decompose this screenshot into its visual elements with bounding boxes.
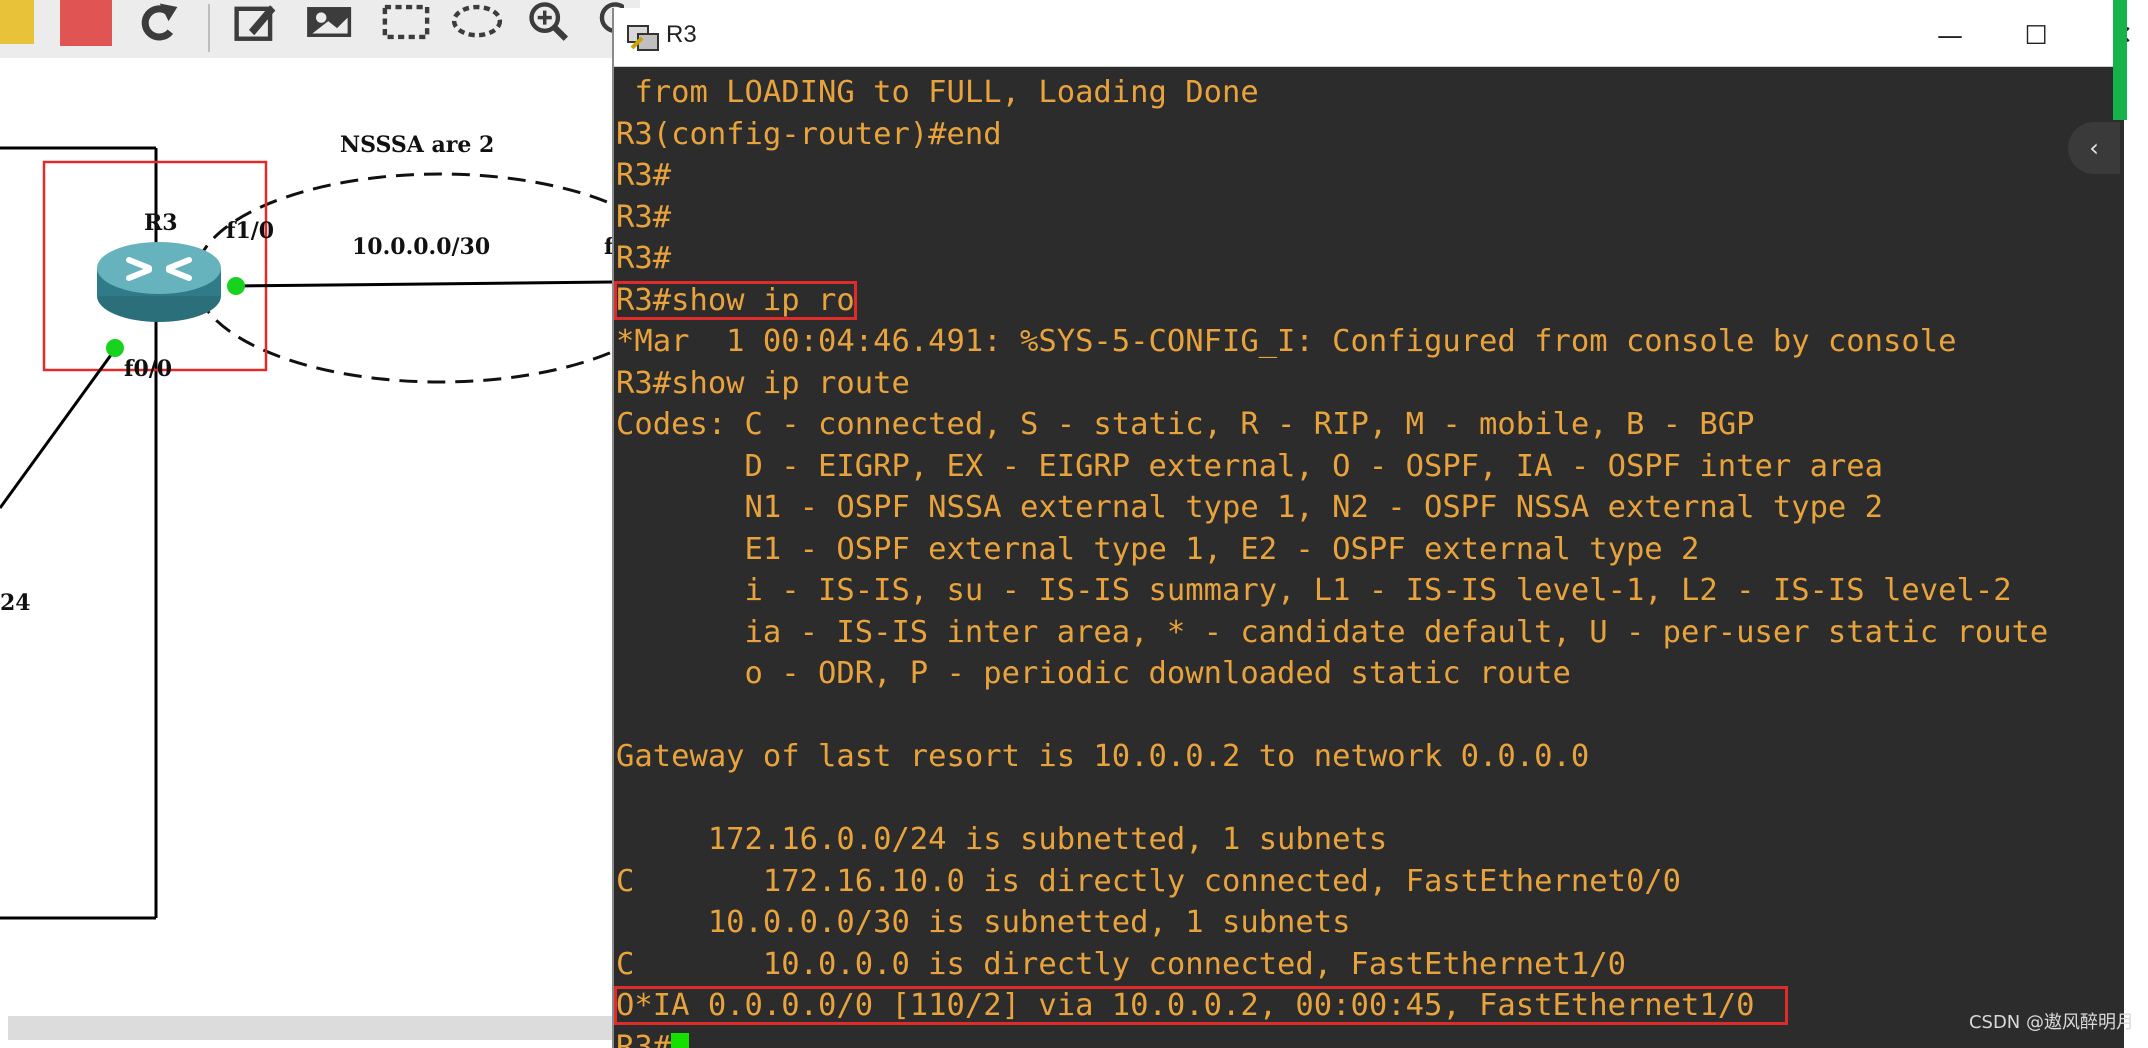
terminal-line: i - IS-IS, su - IS-IS summary, L1 - IS-I… [616, 570, 2124, 612]
terminal-line [616, 778, 2124, 820]
terminal-line: N1 - OSPF NSSA external type 1, N2 - OSP… [616, 487, 2124, 529]
port-f0-0-up-dot [104, 337, 126, 359]
port-f1-0-up-dot [225, 275, 247, 297]
terminal-prompt: R3# [616, 1030, 671, 1048]
terminal-line: from LOADING to FULL, Loading Done [616, 72, 2124, 114]
watermark: CSDN @遨风醉明月 [1969, 1008, 2134, 1034]
terminal-line: 172.16.0.0/24 is subnetted, 1 subnets [616, 819, 2124, 861]
draw-ellipse-icon[interactable] [446, 0, 508, 44]
terminal-line: D - EIGRP, EX - EIGRP external, O - OSPF… [616, 446, 2124, 488]
topology-drawing [0, 58, 612, 1018]
terminal-line: ia - IS-IS inter area, * - candidate def… [616, 612, 2124, 654]
terminal-line: R3# [616, 155, 2124, 197]
nssa-area-label[interactable]: NSSSA are 2 [340, 132, 494, 158]
terminal-line: Codes: C - connected, S - static, R - RI… [616, 404, 2124, 446]
router-icon[interactable] [94, 238, 224, 328]
side-accent-bar [2113, 0, 2127, 120]
terminal-cursor [671, 1033, 689, 1048]
topology-canvas[interactable]: R3 f1/0 f0/0 NSSSA are 2 10.0.0.0/30 f 2… [0, 58, 612, 1018]
terminal-output[interactable]: from LOADING to FULL, Loading Done R3(co… [614, 66, 2124, 1048]
cut-subnet-label: 24 [0, 590, 31, 616]
reload-icon[interactable] [130, 0, 186, 44]
terminal-line: o - ODR, P - periodic downloaded static … [616, 653, 2124, 695]
terminal-line: E1 - OSPF external type 1, E2 - OSPF ext… [616, 529, 2124, 571]
terminal-line: R3(config-router)#end [616, 114, 2124, 156]
terminal-line: *Mar 1 00:04:46.491: %SYS-5-CONFIG_I: Co… [616, 321, 2124, 363]
terminal-line: R3#show ip route [616, 363, 2124, 405]
link-subnet-label[interactable]: 10.0.0.0/30 [352, 234, 490, 260]
insert-image-icon[interactable] [300, 0, 360, 44]
highlighted-default-route: O*IA 0.0.0.0/0 [110/2] via 10.0.0.2, 00:… [616, 988, 1786, 1023]
canvas-horizontal-scrollbar[interactable] [8, 1016, 612, 1040]
terminal-titlebar[interactable]: R3 — ☐ ✕ [614, 8, 2124, 67]
router-name-label[interactable]: R3 [144, 210, 178, 236]
terminal-line [616, 695, 2124, 737]
link-r3-f0-0 [0, 348, 116, 508]
link-r3-f1-0 [236, 282, 612, 286]
collapse-panel-chevron-icon[interactable]: ‹ [2068, 122, 2120, 174]
gns3-toolbar [0, 0, 640, 59]
iface-f0-0-label[interactable]: f0/0 [124, 356, 172, 382]
terminal-title: R3 [666, 21, 697, 49]
terminal-line: R3# [616, 238, 2124, 280]
add-note-icon[interactable] [228, 0, 284, 44]
terminal-line: 10.0.0.0/30 is subnetted, 1 subnets [616, 902, 2124, 944]
nssa-area-ellipse [195, 174, 612, 382]
yellow-tool-icon[interactable] [0, 0, 34, 44]
terminal-line: R3# [616, 197, 2124, 239]
terminal-line: C 172.16.10.0 is directly connected, Fas… [616, 861, 2124, 903]
terminal-line: C 10.0.0.0 is directly connected, FastEt… [616, 944, 2124, 986]
stop-all-icon[interactable] [60, 0, 112, 46]
terminal-window[interactable]: R3 — ☐ ✕ from LOADING to FULL, Loading D… [612, 8, 2124, 1048]
highlighted-show-ip-ro-command: R3#show ip ro [616, 283, 855, 318]
maximize-button[interactable]: ☐ [2014, 16, 2058, 56]
draw-rectangle-icon[interactable] [376, 0, 436, 44]
terminal-line: Gateway of last resort is 10.0.0.2 to ne… [616, 736, 2124, 778]
minimize-button[interactable]: — [1928, 16, 1972, 56]
iface-f1-0-label[interactable]: f1/0 [226, 218, 274, 244]
putty-icon [626, 20, 660, 54]
zoom-in-icon[interactable] [522, 0, 578, 44]
